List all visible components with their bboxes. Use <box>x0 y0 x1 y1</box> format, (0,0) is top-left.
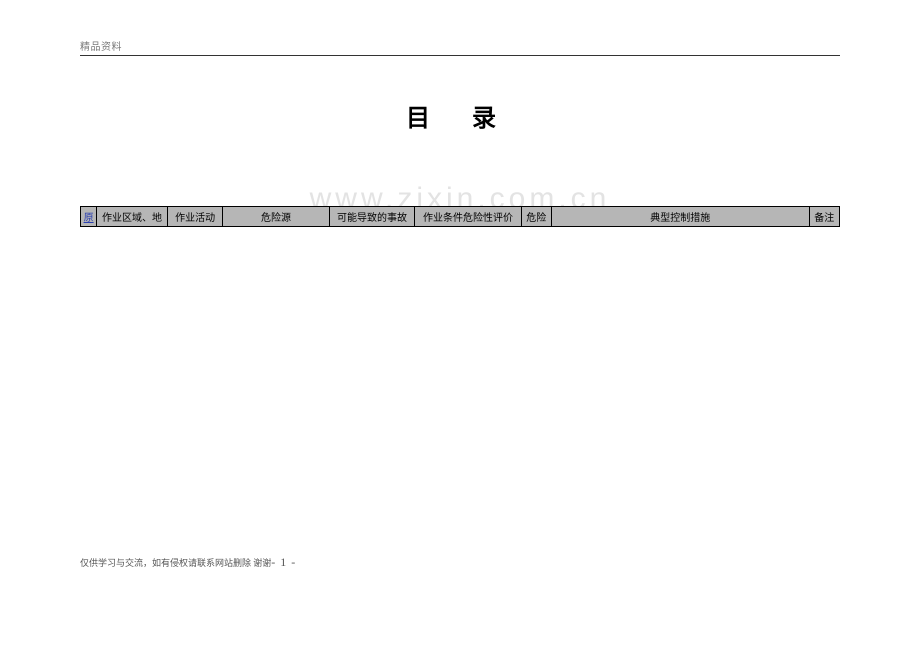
footer-message: 仅供学习与交流，如有侵权请联系网站删除 谢谢 <box>80 558 271 568</box>
table-header-cell-area: 作业区域、地 <box>97 207 168 227</box>
contents-table: 原 作业区域、地 作业活动 危险源 可能导致的事故 作业条件危险性评价 危险 典… <box>80 206 840 227</box>
header-divider <box>80 55 840 56</box>
title-area: 目 录 <box>0 98 920 133</box>
table-header-cell-evaluation: 作业条件危险性评价 <box>415 207 521 227</box>
table-header-cell-remarks: 备注 <box>809 207 839 227</box>
table-header-row: 原 作业区域、地 作业活动 危险源 可能导致的事故 作业条件危险性评价 危险 典… <box>81 207 840 227</box>
table-header-cell-link[interactable]: 原 <box>81 207 97 227</box>
header-label: 精品资料 <box>80 38 840 53</box>
table-header-cell-activity: 作业活动 <box>167 207 223 227</box>
table-header-cell-risk: 危险 <box>521 207 551 227</box>
page-footer: 仅供学习与交流，如有侵权请联系网站删除 谢谢- 1 - <box>80 553 296 571</box>
page-prefix: - <box>271 555 280 569</box>
table-header-cell-measures: 典型控制措施 <box>551 207 809 227</box>
table-container: 原 作业区域、地 作业活动 危险源 可能导致的事故 作业条件危险性评价 危险 典… <box>80 206 840 227</box>
page-suffix: - <box>287 555 296 569</box>
table-header-cell-hazard: 危险源 <box>223 207 329 227</box>
page-title: 目 录 <box>406 98 514 133</box>
footer-text: 仅供学习与交流，如有侵权请联系网站删除 谢谢- 1 - <box>80 558 296 568</box>
page-header: 精品资料 <box>0 0 920 60</box>
table-header-cell-accident: 可能导致的事故 <box>329 207 415 227</box>
